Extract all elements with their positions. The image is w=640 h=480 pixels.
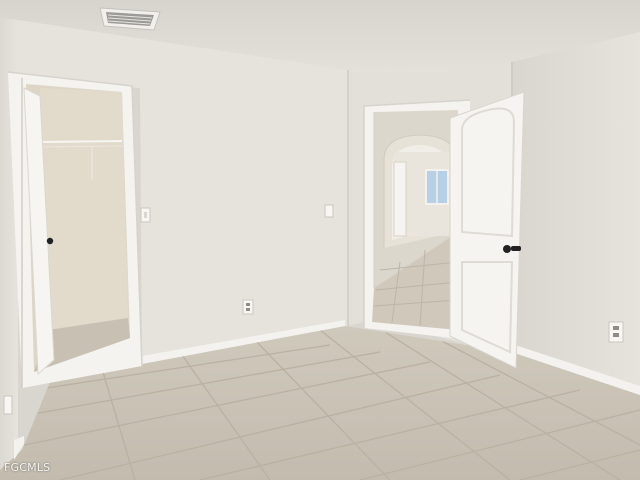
ceiling-vent-icon (99, 7, 161, 31)
watermark: FGCMLS (4, 461, 51, 474)
room-photo: FGCMLS (0, 0, 640, 480)
closet-doorway (8, 72, 142, 388)
door-lever-icon (511, 246, 521, 251)
room-illustration (0, 0, 640, 480)
door-knob-icon (46, 237, 54, 245)
bedroom-door[interactable] (449, 91, 525, 369)
door-knob-icon (503, 245, 511, 253)
outlet-icon (242, 299, 254, 315)
light-switch-icon[interactable] (324, 204, 334, 218)
outlet-icon (3, 395, 13, 415)
outlet-icon (608, 321, 624, 343)
